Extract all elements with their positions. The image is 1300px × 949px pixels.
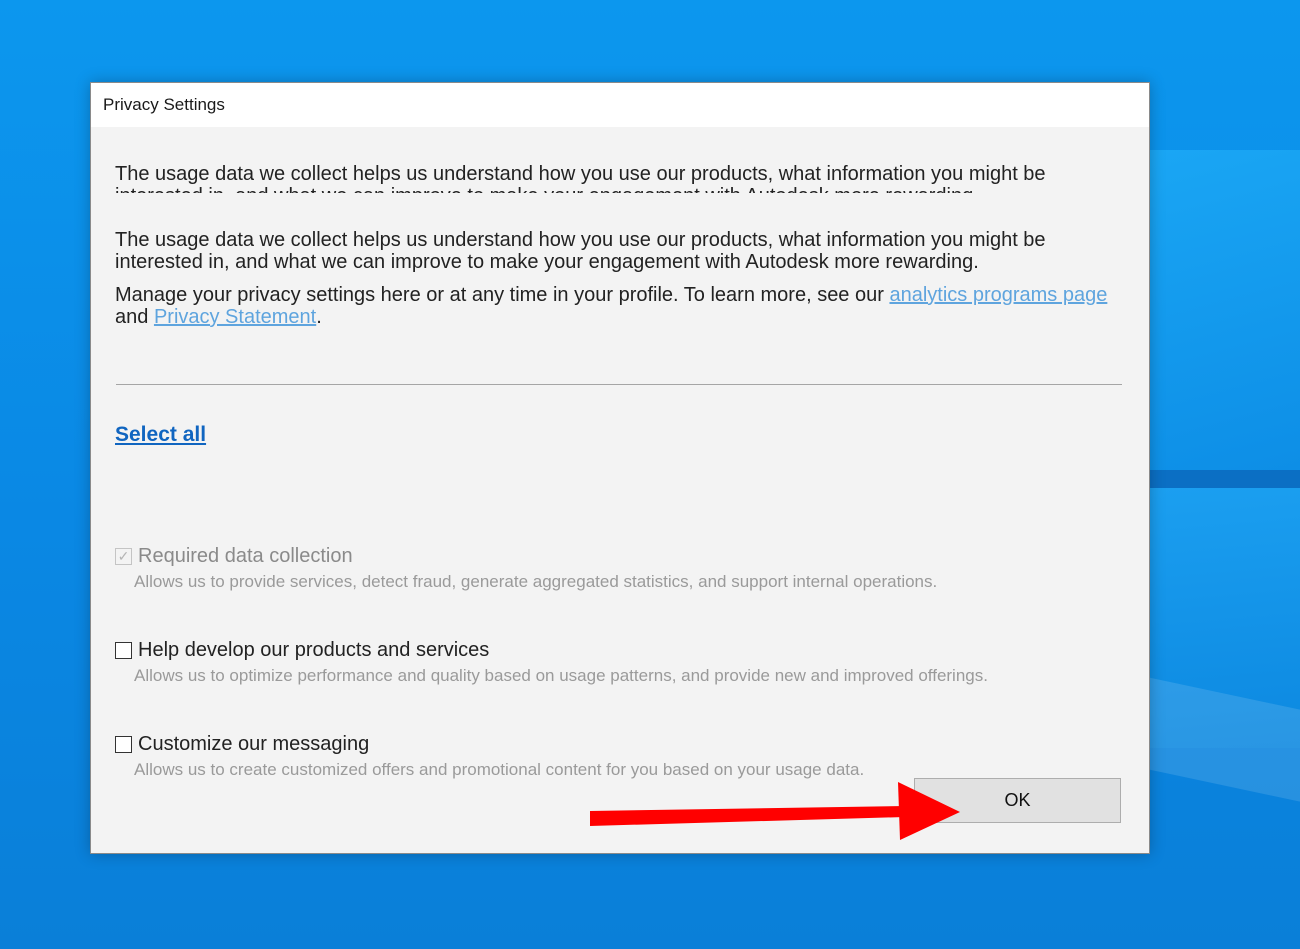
privacy-statement-link[interactable]: Privacy Statement [154,306,316,328]
analytics-programs-link[interactable]: analytics programs page [889,284,1107,306]
ok-button[interactable]: OK [914,778,1121,823]
option-row: Customize our messaging [115,732,1115,756]
option-description: Allows us to create customized offers an… [134,760,865,779]
option-row: ✓ Required data collection [115,544,1115,568]
option-row: Help develop our products and services [115,638,1115,662]
required-data-checkbox: ✓ [115,547,132,565]
option-required-data: ✓ Required data collection Allows us to … [115,544,1115,592]
intro-scroll-region[interactable]: The usage data we collect helps us under… [115,163,1115,193]
manage-text-before: Manage your privacy settings here or at … [115,284,890,306]
option-description: Allows us to provide services, detect fr… [134,572,938,591]
privacy-settings-dialog: Privacy Settings The usage data we colle… [90,82,1150,854]
dialog-titlebar: Privacy Settings [91,83,1149,127]
check-icon: ✓ [117,548,130,564]
option-description: Allows us to optimize performance and qu… [134,666,988,685]
dialog-title: Privacy Settings [103,95,225,114]
help-develop-checkbox[interactable] [115,641,132,659]
option-label: Required data collection [138,544,353,567]
option-customize-messaging: Customize our messaging Allows us to cre… [115,732,1115,780]
separator [116,384,1122,385]
select-all-link[interactable]: Select all [115,423,206,447]
intro-text: The usage data we collect helps us under… [115,229,1046,273]
intro-text-scrolled: The usage data we collect helps us under… [115,163,1046,193]
manage-text-and: and [115,306,154,328]
windows-logo-divider [1150,470,1300,488]
option-label[interactable]: Customize our messaging [138,733,369,756]
windows-logo-pane [1150,150,1300,470]
manage-text: Manage your privacy settings here or at … [115,284,1115,328]
option-help-develop: Help develop our products and services A… [115,638,1115,686]
option-label[interactable]: Help develop our products and services [138,639,489,662]
customize-messaging-checkbox[interactable] [115,735,132,753]
manage-text-end: . [316,306,322,328]
